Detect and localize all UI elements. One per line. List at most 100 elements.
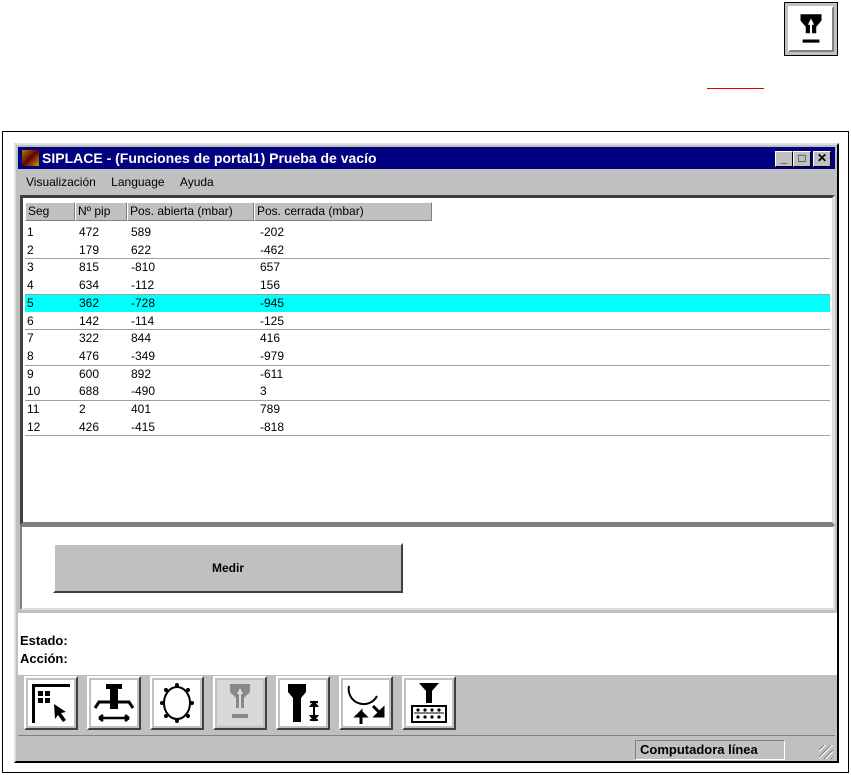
vacuum-results-table[interactable]: Seg Nº pip Pos. abierta (mbar) Pos. cerr…: [20, 195, 835, 525]
segment-rotate-icon: [347, 685, 385, 724]
column-header-pip[interactable]: Nº pip: [75, 202, 127, 221]
table-row[interactable]: 8 476 -349 -979: [25, 348, 830, 366]
minimize-button[interactable]: _: [775, 151, 793, 167]
nozzle-height-icon: [288, 684, 319, 722]
table-cell: 2: [79, 402, 86, 416]
column-header-open[interactable]: Pos. abierta (mbar): [127, 202, 254, 221]
siplace-window: SIPLACE - (Funciones de portal1) Prueba …: [14, 143, 839, 763]
table-cell: 426: [79, 419, 100, 434]
siplace-app-icon: [22, 150, 39, 166]
table-cell: 688: [79, 384, 100, 399]
table-row[interactable]: 7 322 844 416: [25, 330, 830, 348]
table-cell: -818: [260, 419, 285, 434]
toolbar: [24, 676, 456, 736]
table-cell: 179: [79, 242, 100, 257]
table-row[interactable]: 3 815 -810 657: [25, 259, 830, 277]
table-cell: 10: [27, 384, 41, 399]
revolver-head-button[interactable]: [150, 676, 204, 730]
table-cell: 416: [260, 331, 281, 346]
status-bar: Computadora línea: [18, 735, 835, 761]
gantry-move-icon: [93, 684, 135, 722]
table-cell: 3: [260, 384, 267, 399]
table-cell: 476: [79, 348, 100, 363]
window-title: SIPLACE - (Funciones de portal1) Prueba …: [42, 150, 377, 166]
table-cell: -611: [260, 366, 284, 381]
gantry-move-button[interactable]: [87, 676, 141, 730]
measure-button[interactable]: Medir: [53, 543, 403, 593]
close-button[interactable]: ✕: [813, 151, 831, 167]
table-row[interactable]: 11 2 401 789: [25, 401, 830, 419]
table-cell: 4: [27, 278, 34, 293]
segment-rotate-button[interactable]: [339, 676, 393, 730]
table-cell: 589: [131, 225, 152, 239]
table-cell: 8: [27, 348, 34, 363]
table-cell: -810: [131, 260, 156, 275]
table-cell: 322: [79, 331, 100, 346]
table-cell: 634: [79, 278, 100, 293]
nozzle-changer-button[interactable]: [402, 676, 456, 730]
table-header: Seg Nº pip Pos. abierta (mbar) Pos. cerr…: [25, 202, 432, 222]
table-cell: -945: [260, 295, 285, 310]
menu-language[interactable]: Language: [111, 175, 164, 189]
table-row[interactable]: 1 472 589 -202: [25, 224, 830, 242]
table-cell: 657: [260, 260, 281, 275]
column-header-closed[interactable]: Pos. cerrada (mbar): [254, 202, 432, 221]
table-row[interactable]: 10 688 -490 3: [25, 383, 830, 401]
table-cell: 362: [79, 295, 100, 310]
table-cell: -490: [131, 384, 156, 399]
table-cell: 6: [27, 313, 34, 328]
table-row[interactable]: 9 600 892 -611: [25, 366, 830, 384]
nozzle-height-button[interactable]: [276, 676, 330, 730]
button-panel: Medir: [20, 525, 835, 610]
resize-grip-icon[interactable]: [819, 745, 833, 759]
menu-visualizacion[interactable]: Visualización: [26, 175, 96, 189]
revolver-head-icon: [160, 683, 194, 723]
table-row[interactable]: 6 142 -114 -125: [25, 313, 830, 331]
table-cell: -415: [131, 419, 156, 434]
table-row[interactable]: 5 362 -728 -945: [25, 294, 830, 313]
estado-label: Estado:: [20, 633, 68, 648]
table-row[interactable]: 12 426 -415 -818: [25, 419, 830, 437]
table-cell: 7: [27, 331, 34, 346]
vacuum-test-button[interactable]: [213, 676, 267, 730]
table-cell: 9: [27, 366, 34, 381]
accion-label: Acción:: [20, 651, 68, 666]
table-cell: 2: [27, 242, 34, 257]
title-bar[interactable]: SIPLACE - (Funciones de portal1) Prueba …: [18, 147, 835, 169]
status-panel: Estado: Acción:: [18, 613, 837, 675]
table-cell: 142: [79, 313, 100, 328]
table-cell: -112: [131, 278, 155, 293]
annotation-underline: [707, 88, 764, 89]
table-cell: 12: [27, 419, 41, 434]
table-cell: -125: [260, 313, 285, 328]
table-cell: 3: [27, 260, 34, 275]
maximize-button[interactable]: □: [793, 151, 811, 167]
table-cell: -202: [260, 225, 285, 239]
nozzle-changer-icon: [411, 683, 447, 723]
table-cell: -349: [131, 348, 156, 363]
table-cell: -462: [260, 242, 285, 257]
table-cell: 789: [260, 402, 281, 416]
menu-bar: Visualización Language Ayuda: [18, 171, 218, 193]
select-grid-icon: [32, 684, 70, 723]
status-connection: Computadora línea: [635, 740, 785, 760]
table-cell: 156: [260, 278, 281, 293]
table-row[interactable]: 2 179 622 -462: [25, 242, 830, 260]
table-cell: 815: [79, 260, 100, 275]
column-header-seg[interactable]: Seg: [25, 202, 75, 221]
table-cell: -728: [131, 295, 156, 310]
table-cell: 472: [79, 225, 100, 239]
table-cell: 600: [79, 366, 100, 381]
select-grid-button[interactable]: [24, 676, 78, 730]
table-cell: 11: [27, 402, 40, 416]
table-row[interactable]: 4 634 -112 156: [25, 277, 830, 295]
menu-ayuda[interactable]: Ayuda: [180, 175, 214, 189]
table-cell: 1: [27, 225, 34, 239]
table-cell: 622: [131, 242, 152, 257]
vacuum-test-icon-large: [784, 2, 838, 56]
table-cell: -979: [260, 348, 285, 363]
table-cell: 401: [131, 402, 152, 416]
vacuum-test-icon: [230, 684, 250, 718]
table-cell: 844: [131, 331, 152, 346]
table-cell: -114: [131, 313, 155, 328]
